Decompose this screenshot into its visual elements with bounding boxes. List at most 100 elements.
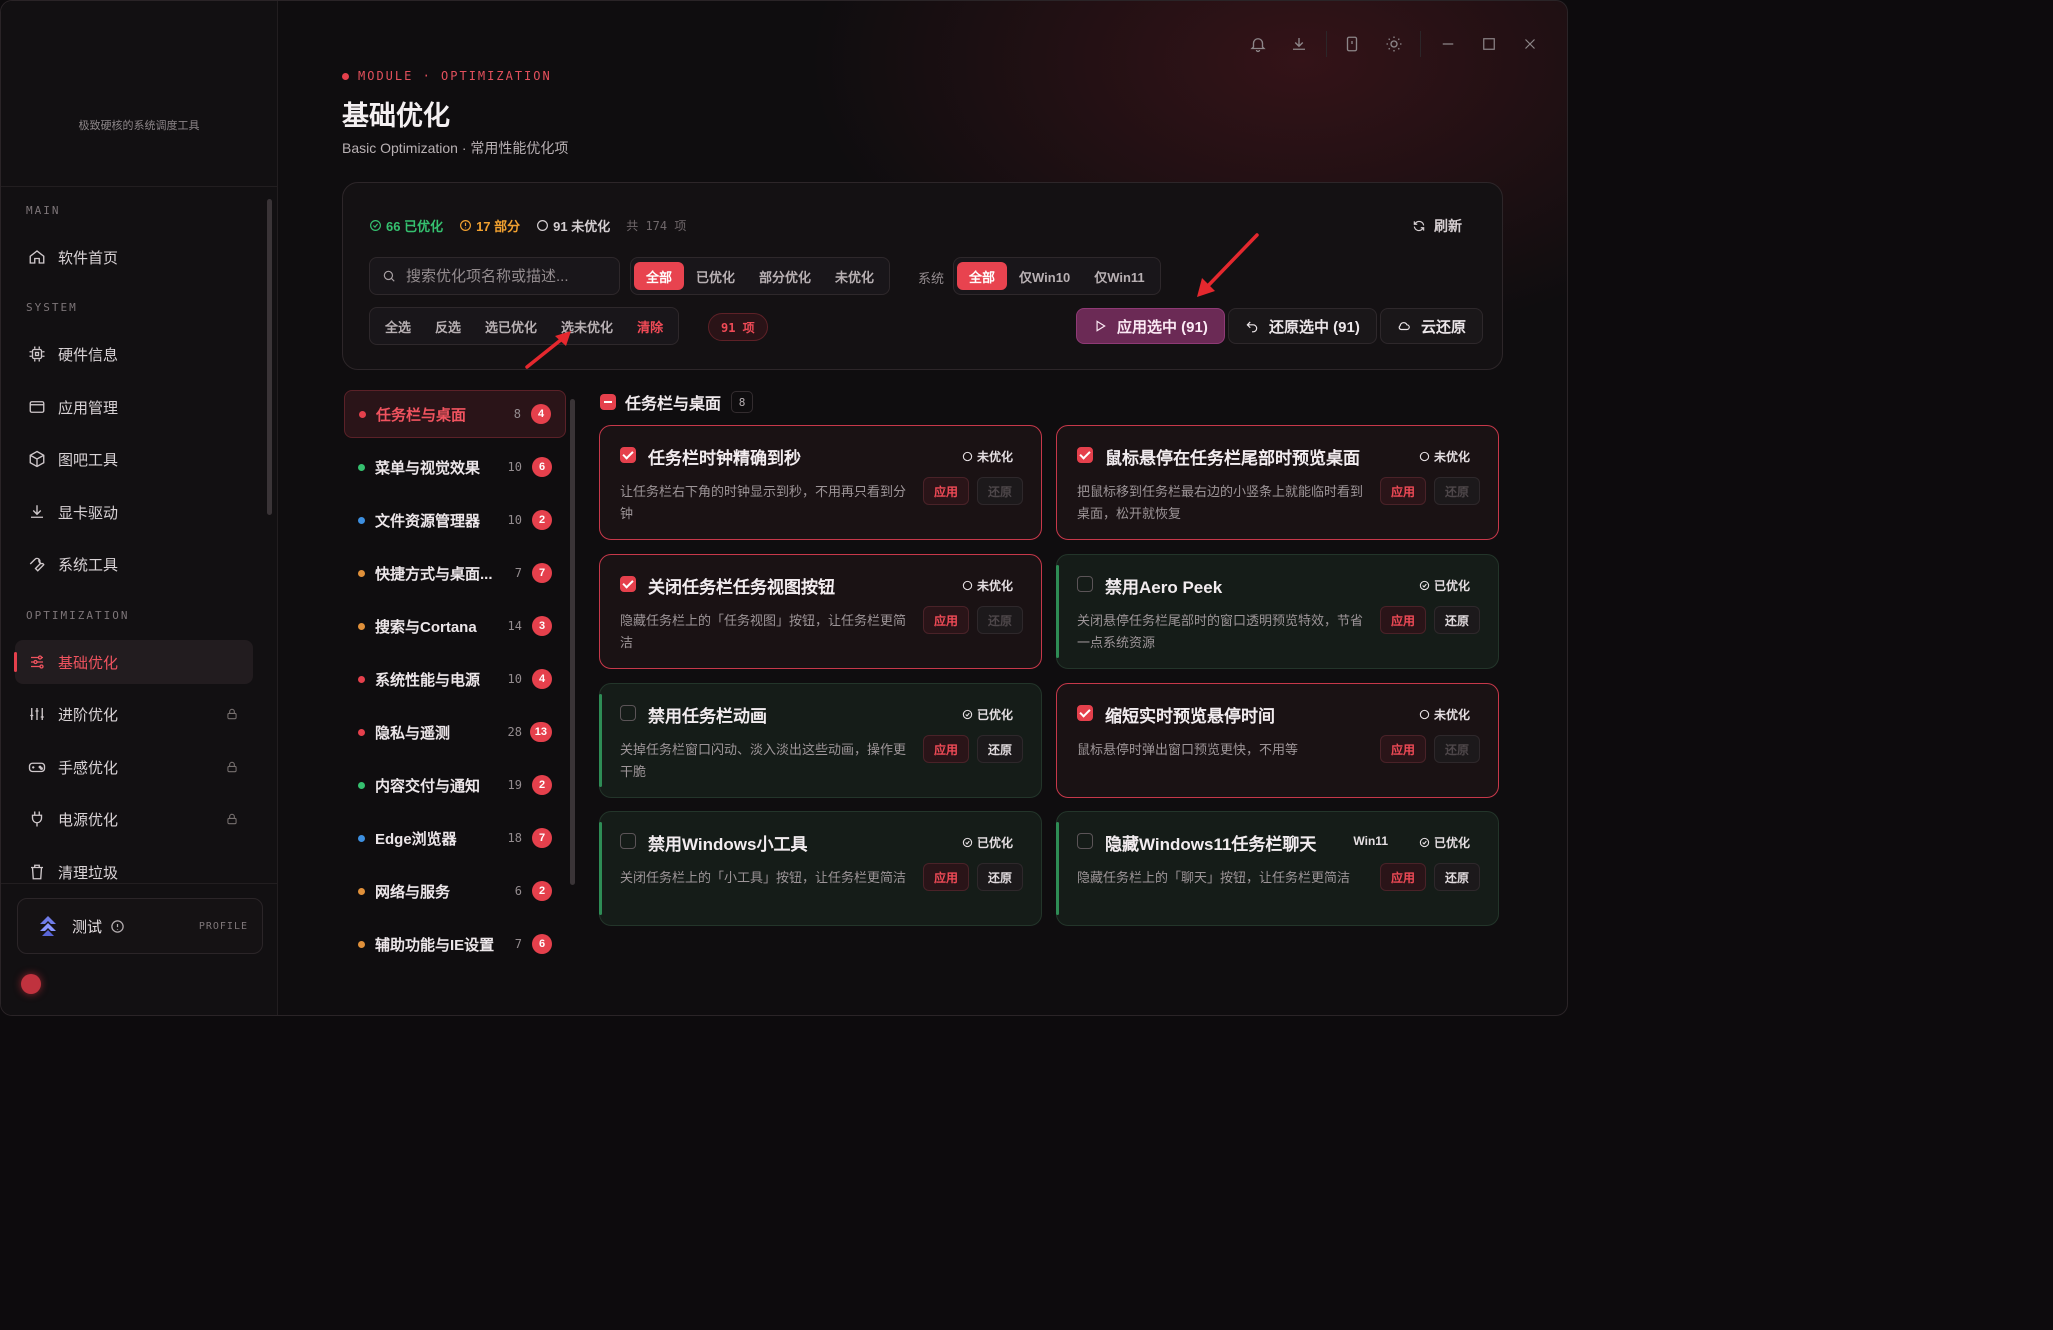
optimization-card[interactable]: 禁用Windows小工具 已优化 关闭任务栏上的「小工具」按钮，让任务栏更简洁 应用还… bbox=[599, 811, 1042, 926]
clear-selection-button[interactable]: 清除 bbox=[625, 312, 675, 340]
optimization-card[interactable]: 关闭任务栏任务视图按钮 未优化 隐藏任务栏上的「任务视图」按钮，让任务栏更简洁 应用还… bbox=[599, 554, 1042, 669]
restore-selected-button[interactable]: 还原选中 (91) bbox=[1228, 308, 1377, 344]
card-restore-button[interactable]: 还原 bbox=[1433, 606, 1480, 634]
apply-selected-button[interactable]: 应用选中 (91) bbox=[1076, 308, 1225, 344]
group-select-toggle[interactable] bbox=[600, 394, 616, 410]
select-unoptimized-button[interactable]: 选未优化 bbox=[549, 312, 625, 340]
optimization-card[interactable]: 缩短实时预览悬停时间 未优化 鼠标悬停时弹出窗口预览更快，不用等 应用 还原 bbox=[1056, 683, 1499, 798]
card-restore-button[interactable]: 还原 bbox=[976, 477, 1023, 505]
control-panel: 66 已优化 17 部分 91 未优化 共 174 项 刷新 全部 已优化 部分… bbox=[342, 182, 1503, 370]
profile-card[interactable]: 测试 PROFILE bbox=[17, 898, 263, 954]
system-filter-win10[interactable]: 仅Win10 bbox=[1007, 262, 1082, 290]
sidebar-divider bbox=[1, 883, 277, 884]
card-description: 关闭任务栏上的「小工具」按钮，让任务栏更简洁 bbox=[620, 870, 907, 885]
sidebar-item-cleanup[interactable]: 清理垃圾 bbox=[15, 850, 253, 894]
select-optimized-button[interactable]: 选已优化 bbox=[473, 312, 549, 340]
filter-all[interactable]: 全部 bbox=[634, 262, 685, 290]
select-all-button[interactable]: 全选 bbox=[373, 312, 423, 340]
search-box[interactable] bbox=[369, 257, 620, 295]
bell-icon[interactable] bbox=[1249, 35, 1267, 53]
filter-partial[interactable]: 部分优化 bbox=[747, 262, 823, 290]
card-restore-button[interactable]: 还原 bbox=[976, 606, 1023, 634]
card-checkbox[interactable] bbox=[620, 705, 636, 721]
category-name: 菜单与视觉效果 bbox=[375, 459, 481, 477]
note-icon[interactable] bbox=[1343, 35, 1361, 53]
sidebar-item-power-optimization[interactable]: 电源优化 bbox=[15, 797, 253, 841]
cloud-restore-button[interactable]: 云还原 bbox=[1380, 308, 1484, 344]
maximize-icon[interactable] bbox=[1480, 35, 1498, 53]
sun-icon[interactable] bbox=[1385, 35, 1403, 53]
card-checkbox[interactable] bbox=[620, 833, 636, 849]
card-restore-button[interactable]: 还原 bbox=[1433, 735, 1480, 763]
card-restore-button[interactable]: 还原 bbox=[1433, 863, 1480, 891]
card-apply-button[interactable]: 应用 bbox=[922, 735, 969, 763]
card-apply-button[interactable]: 应用 bbox=[922, 606, 969, 634]
close-icon[interactable] bbox=[1521, 35, 1539, 53]
card-status-label: 未优化 bbox=[976, 579, 1013, 593]
sidebar-item-system-tools[interactable]: 系统工具 bbox=[15, 542, 253, 586]
check-circle-icon bbox=[1419, 580, 1430, 591]
category-pending-badge: 4 bbox=[532, 669, 552, 689]
sidebar-item-gpu-driver[interactable]: 显卡驱动 bbox=[15, 490, 253, 534]
card-checkbox[interactable] bbox=[1077, 705, 1093, 721]
filter-optimized[interactable]: 已优化 bbox=[684, 262, 747, 290]
profile-tag: PROFILE bbox=[198, 920, 248, 932]
category-name: 系统性能与电源 bbox=[375, 671, 481, 689]
sidebar-item-advanced-optimization[interactable]: 进阶优化 bbox=[15, 692, 253, 736]
card-restore-button[interactable]: 还原 bbox=[976, 735, 1023, 763]
system-filter-all[interactable]: 全部 bbox=[957, 262, 1008, 290]
card-checkbox[interactable] bbox=[620, 447, 636, 463]
card-checkbox[interactable] bbox=[1077, 833, 1093, 849]
optimization-card[interactable]: 禁用任务栏动画 已优化 关掉任务栏窗口闪动、淡入淡出这些动画，操作更干脆 应用 还原 bbox=[599, 683, 1042, 798]
sidebar-item-feel-optimization[interactable]: 手感优化 bbox=[15, 745, 253, 789]
minimize-icon[interactable] bbox=[1439, 35, 1457, 53]
sidebar-item-apps[interactable]: 应用管理 bbox=[15, 385, 253, 429]
category-dot bbox=[358, 834, 365, 842]
card-checkbox[interactable] bbox=[1077, 576, 1093, 592]
info-icon[interactable] bbox=[110, 919, 125, 934]
category-item[interactable]: 任务栏与桌面 8 4 bbox=[344, 390, 566, 438]
card-apply-button[interactable]: 应用 bbox=[1379, 863, 1426, 891]
category-item[interactable]: 系统性能与电源 10 4 bbox=[344, 655, 566, 703]
category-item[interactable]: 文件资源管理器 10 2 bbox=[344, 496, 566, 544]
search-input[interactable] bbox=[406, 267, 606, 285]
card-restore-button[interactable]: 还原 bbox=[1433, 477, 1480, 505]
optimization-card[interactable]: 任务栏时钟精确到秒 未优化 让任务栏右下角的时钟显示到秒，不用再只看到分钟 应用 还原 bbox=[599, 425, 1042, 540]
card-checkbox[interactable] bbox=[620, 576, 636, 592]
card-apply-button[interactable]: 应用 bbox=[1379, 606, 1426, 634]
card-status: 未优化 bbox=[962, 448, 1013, 465]
card-apply-button[interactable]: 应用 bbox=[922, 477, 969, 505]
card-restore-button[interactable]: 还原 bbox=[976, 863, 1023, 891]
sidebar-item-hardware[interactable]: 硬件信息 bbox=[15, 332, 253, 376]
optimization-card[interactable]: 禁用Aero Peek 已优化 关闭悬停任务栏尾部时的窗口透明预览特效，节省一点系统… bbox=[1056, 554, 1499, 669]
category-item[interactable]: 搜索与Cortana 14 3 bbox=[344, 602, 566, 650]
sidebar-scrollbar[interactable] bbox=[267, 199, 272, 515]
refresh-icon bbox=[1413, 220, 1425, 232]
download-icon[interactable] bbox=[1290, 35, 1308, 53]
system-filter-win11[interactable]: 仅Win11 bbox=[1082, 262, 1156, 290]
category-item[interactable]: 菜单与视觉效果 10 6 bbox=[344, 443, 566, 491]
category-item[interactable]: 网络与服务 6 2 bbox=[344, 867, 566, 915]
optimization-card[interactable]: 隐藏Windows11任务栏聊天 Win11 已优化 隐藏任务栏上的「聊天」按钮，让任… bbox=[1056, 811, 1499, 926]
category-item[interactable]: Edge浏览器 18 7 bbox=[344, 814, 566, 862]
invert-selection-button[interactable]: 反选 bbox=[423, 312, 473, 340]
optimization-card[interactable]: 鼠标悬停在任务栏尾部时预览桌面 未优化 把鼠标移到任务栏最右边的小竖条上就能临时看到… bbox=[1056, 425, 1499, 540]
sidebar-item-basic-optimization[interactable]: 基础优化 bbox=[14, 640, 253, 684]
category-item[interactable]: 隐私与遥测 28 13 bbox=[344, 708, 566, 756]
circle-icon bbox=[1419, 709, 1430, 720]
stat-unoptimized: 91 未优化 bbox=[536, 216, 610, 235]
category-item[interactable]: 辅助功能与IE设置 7 6 bbox=[344, 920, 566, 968]
sidebar-item-label: 清理垃圾 bbox=[58, 864, 119, 882]
category-item[interactable]: 快捷方式与桌面... 7 7 bbox=[344, 549, 566, 597]
sidebar-item-home[interactable]: 软件首页 bbox=[15, 235, 253, 279]
card-apply-button[interactable]: 应用 bbox=[922, 863, 969, 891]
refresh-button[interactable]: 刷新 bbox=[1412, 216, 1462, 236]
category-total: 18 bbox=[507, 831, 522, 845]
sidebar-item-toolbox[interactable]: 图吧工具 bbox=[15, 437, 253, 481]
card-apply-button[interactable]: 应用 bbox=[1379, 477, 1426, 505]
card-checkbox[interactable] bbox=[1077, 447, 1093, 463]
filter-unoptimized[interactable]: 未优化 bbox=[823, 262, 886, 290]
category-item[interactable]: 内容交付与通知 19 2 bbox=[344, 761, 566, 809]
category-scrollbar[interactable] bbox=[570, 399, 575, 885]
card-apply-button[interactable]: 应用 bbox=[1379, 735, 1426, 763]
